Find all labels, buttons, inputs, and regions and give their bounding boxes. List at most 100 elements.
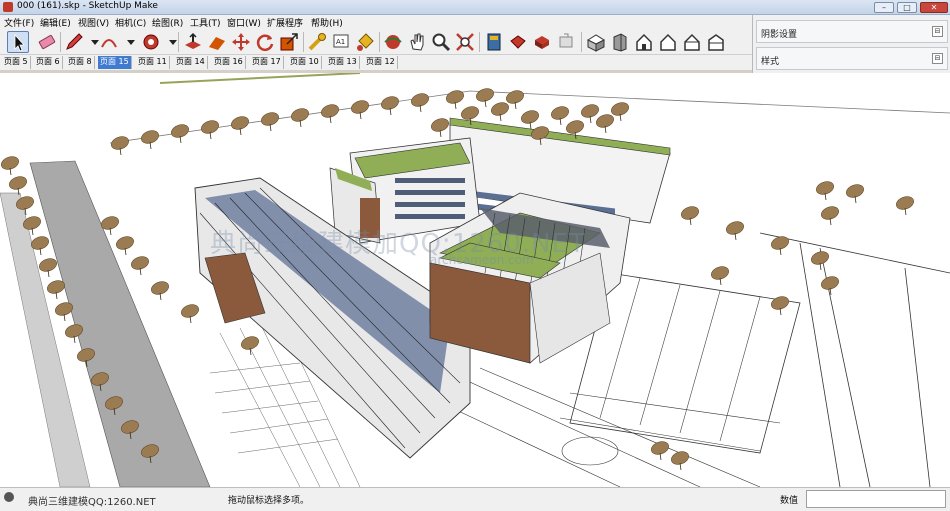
menu-view[interactable]: 视图(V): [78, 16, 109, 29]
rotate-tool-button[interactable]: [254, 31, 276, 53]
menu-file[interactable]: 文件(F): [4, 16, 34, 29]
arc-dropdown[interactable]: [120, 31, 135, 53]
left-view-icon: [708, 34, 724, 51]
status-icons: [4, 492, 16, 505]
zoom-extents-tool-button[interactable]: [454, 31, 476, 53]
extension-warehouse-button[interactable]: [507, 31, 529, 53]
scene-tab[interactable]: 页面 16: [212, 56, 246, 69]
sketchup-app-icon: [3, 2, 13, 12]
move-icon: [232, 33, 250, 51]
menu-extensions[interactable]: 扩展程序: [267, 16, 303, 29]
scale-tool-button[interactable]: [278, 31, 300, 53]
scene-tab[interactable]: 页面 15: [98, 56, 132, 69]
measurements-input[interactable]: [806, 490, 946, 508]
scene-tab[interactable]: 页面 12: [364, 56, 398, 69]
close-button[interactable]: ✕: [920, 2, 948, 13]
rotate-icon: [256, 34, 274, 51]
components-button[interactable]: [531, 31, 553, 53]
scene-tab[interactable]: 页面 6: [34, 56, 63, 69]
text-tool-button[interactable]: A1: [330, 31, 352, 53]
move-tool-button[interactable]: [230, 31, 252, 53]
status-bar: 典尚三维建模QQ:1260.NET 拖动鼠标选择多项。 数值: [0, 487, 950, 511]
share-model-button[interactable]: [555, 31, 577, 53]
status-hint: 拖动鼠标选择多项。: [228, 496, 310, 506]
zoom-tool-button[interactable]: [430, 31, 452, 53]
campus-model-render: [0, 73, 950, 487]
share-icon: [559, 33, 573, 48]
window-title: 000 (161).skp - SketchUp Make: [17, 1, 158, 11]
styles-panel[interactable]: 样式 ⊟: [756, 47, 948, 70]
select-icon: [14, 33, 25, 52]
menu-camera[interactable]: 相机(C): [115, 16, 146, 29]
shadow-settings-label: 阴影设置: [761, 30, 798, 40]
shape-dropdown[interactable]: [162, 31, 177, 53]
tape-tool-button[interactable]: [306, 31, 328, 53]
back-view-icon: [684, 33, 700, 51]
paint-icon: [357, 33, 374, 51]
scene-tab[interactable]: 页面 8: [66, 56, 95, 69]
scene-tab[interactable]: 页面 5: [2, 56, 31, 69]
right-view-button[interactable]: [657, 31, 679, 53]
followme-tool-button[interactable]: [206, 31, 228, 53]
styles-label: 样式: [761, 57, 780, 67]
iso-view-button[interactable]: [585, 31, 607, 53]
orbit-tool-button[interactable]: [382, 31, 404, 53]
menu-edit[interactable]: 编辑(E): [40, 16, 71, 29]
pencil-tool-button[interactable]: [63, 31, 85, 53]
scene-tabs: 页面 5 页面 6 页面 8 页面 15 页面 11 页面 14 页面 16 页面 17 页面 …: [0, 55, 752, 70]
pencil-icon: [66, 33, 83, 50]
pushpull-icon: [185, 32, 201, 49]
menu-tools[interactable]: 工具(T): [190, 16, 221, 29]
shape-tool-button[interactable]: [140, 31, 162, 53]
viewport-watermark-url: archcameon.com: [430, 253, 534, 267]
followme-icon: [209, 37, 225, 50]
scene-tab[interactable]: 页面 11: [136, 56, 170, 69]
default-tray: 阴影设置 ⊟ 样式 ⊟: [752, 15, 950, 73]
arc-icon: [101, 39, 117, 48]
pan-tool-button[interactable]: [406, 31, 428, 53]
select-tool-button[interactable]: [7, 31, 29, 53]
iso-view-icon: [586, 34, 606, 52]
maximize-button[interactable]: □: [897, 2, 917, 13]
svg-text:A1: A1: [336, 38, 345, 46]
menu-draw[interactable]: 绘图(R): [152, 16, 183, 29]
zoom-icon: [432, 33, 451, 52]
expand-icon[interactable]: ⊟: [932, 53, 943, 64]
eraser-icon: [38, 34, 56, 50]
top-view-button[interactable]: [609, 31, 631, 53]
shadow-settings-panel[interactable]: 阴影设置 ⊟: [756, 20, 948, 43]
zoom-extents-icon: [456, 33, 474, 51]
paint-tool-button[interactable]: [354, 31, 376, 53]
menu-window[interactable]: 窗口(W): [227, 16, 261, 29]
pan-icon: [410, 33, 424, 51]
status-watermark: 典尚三维建模QQ:1260.NET: [28, 497, 156, 508]
title-bar: 000 (161).skp - SketchUp Make – □ ✕: [0, 0, 950, 15]
left-view-button[interactable]: [705, 31, 727, 53]
geo-location-icon[interactable]: [4, 492, 14, 502]
orbit-icon: [384, 35, 402, 49]
right-view-icon: [660, 33, 676, 51]
menu-help[interactable]: 帮助(H): [311, 16, 343, 29]
scale-icon: [280, 33, 298, 51]
scene-tab[interactable]: 页面 17: [250, 56, 284, 69]
front-view-button[interactable]: [633, 31, 655, 53]
shape-icon: [143, 34, 159, 50]
back-view-button[interactable]: [681, 31, 703, 53]
warehouse-button[interactable]: [483, 31, 505, 53]
arc-tool-button[interactable]: [98, 31, 120, 53]
components-icon: [535, 36, 549, 49]
scene-tab[interactable]: 页面 14: [174, 56, 208, 69]
scene-tab[interactable]: 页面 10: [288, 56, 322, 69]
minimize-button[interactable]: –: [874, 2, 894, 13]
expand-icon[interactable]: ⊟: [932, 26, 943, 37]
menu-bar: 文件(F) 编辑(E) 视图(V) 相机(C) 绘图(R) 工具(T) 窗口(W…: [0, 15, 752, 29]
scene-tab[interactable]: 页面 13: [326, 56, 360, 69]
measurements-label: 数值: [780, 496, 799, 506]
pushpull-tool-button[interactable]: [182, 31, 204, 53]
model-viewport[interactable]: 典尚三维建模加QQ:1260.NET archcameon.com: [0, 73, 950, 487]
text-icon: A1: [333, 34, 349, 48]
tape-icon: [308, 33, 326, 51]
main-toolbar: A1: [0, 29, 752, 55]
pencil-dropdown[interactable]: [84, 31, 99, 53]
eraser-tool-button[interactable]: [36, 31, 58, 53]
